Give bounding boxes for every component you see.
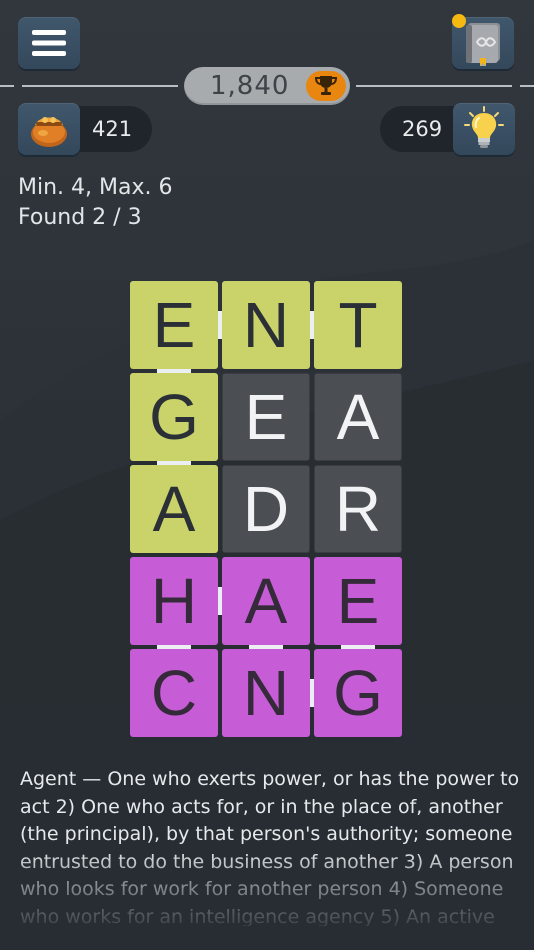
letter-tile[interactable]: G bbox=[314, 649, 402, 737]
letter-tile[interactable]: D bbox=[222, 465, 310, 553]
tile-connector bbox=[157, 369, 191, 373]
coins-value: 421 bbox=[92, 117, 133, 141]
score-value: 1,840 bbox=[210, 71, 290, 101]
letter-tile[interactable]: A bbox=[130, 465, 218, 553]
letter-tile[interactable]: E bbox=[130, 281, 218, 369]
letter-tile[interactable]: H bbox=[130, 557, 218, 645]
tile-connector bbox=[157, 461, 191, 465]
lightbulb-icon bbox=[464, 106, 504, 148]
divider-line bbox=[0, 85, 14, 87]
hamburger-menu-icon bbox=[32, 30, 66, 56]
letter-tile[interactable]: A bbox=[314, 373, 402, 461]
letter-grid: E N T G E A A D R H A E C N G bbox=[130, 281, 404, 739]
letter-tile[interactable]: E bbox=[314, 557, 402, 645]
letter-tile[interactable]: A bbox=[222, 557, 310, 645]
tile-connector bbox=[218, 311, 222, 339]
letter-tile[interactable]: N bbox=[222, 281, 310, 369]
tile-connector bbox=[218, 587, 222, 615]
infinity-book-icon bbox=[466, 23, 500, 66]
score-display: 1,840 bbox=[184, 67, 350, 105]
letter-tile[interactable]: T bbox=[314, 281, 402, 369]
hint-button[interactable] bbox=[453, 103, 515, 155]
tile-connector bbox=[341, 645, 375, 649]
letter-tile[interactable]: G bbox=[130, 373, 218, 461]
divider-line bbox=[22, 85, 178, 87]
trophy-badge bbox=[306, 71, 346, 101]
trophy-icon bbox=[314, 76, 338, 95]
letter-tile[interactable]: E bbox=[222, 373, 310, 461]
divider-line bbox=[356, 85, 512, 87]
letter-tile[interactable]: N bbox=[222, 649, 310, 737]
found-count: Found 2 / 3 bbox=[18, 205, 142, 230]
hints-value: 269 bbox=[402, 117, 443, 141]
word-length-limits: Min. 4, Max. 6 bbox=[18, 175, 173, 200]
coins-button[interactable] bbox=[18, 103, 80, 155]
tile-connector bbox=[310, 311, 314, 339]
divider-line bbox=[520, 85, 534, 87]
coin-purse-icon bbox=[31, 117, 67, 147]
notification-dot bbox=[452, 14, 466, 28]
tile-connector bbox=[157, 645, 191, 649]
word-definition: Agent — One who exerts power, or has the… bbox=[20, 768, 520, 926]
letter-tile[interactable]: C bbox=[130, 649, 218, 737]
menu-button[interactable] bbox=[18, 17, 80, 69]
letter-tile[interactable]: R bbox=[314, 465, 402, 553]
tile-connector bbox=[310, 679, 314, 707]
tile-connector bbox=[249, 645, 283, 649]
